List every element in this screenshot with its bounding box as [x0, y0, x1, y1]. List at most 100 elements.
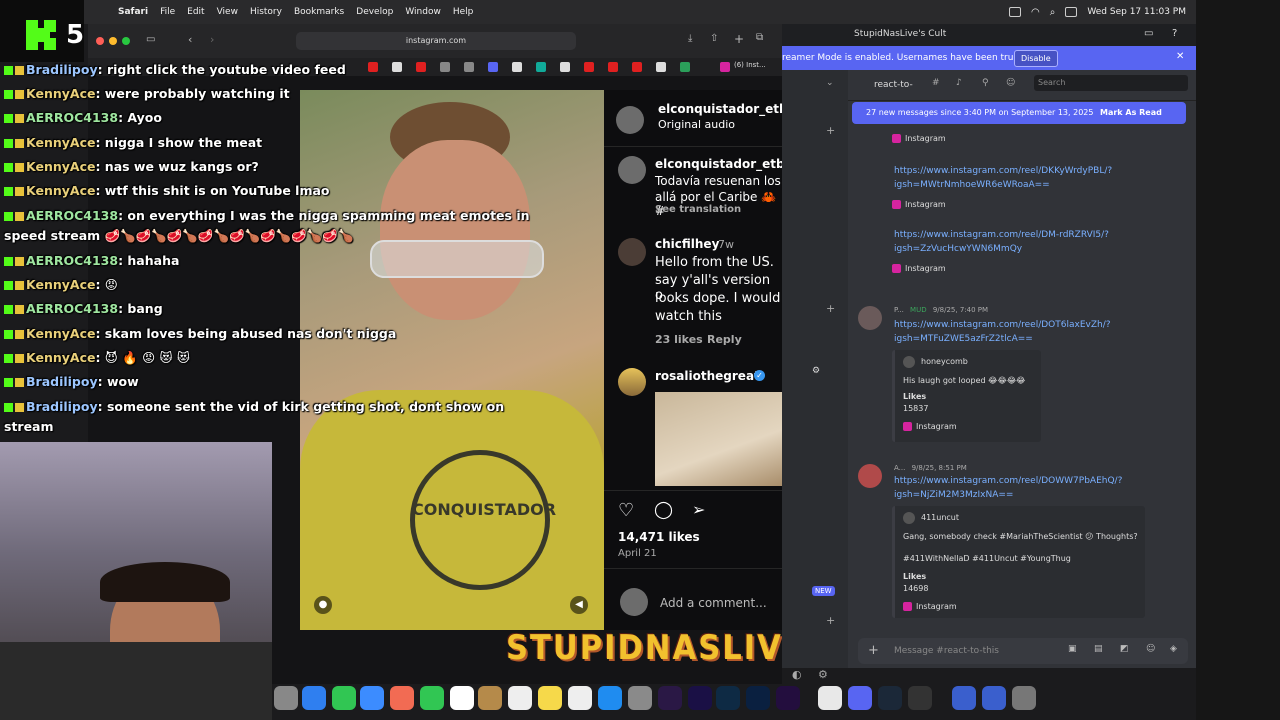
add-channel-icon[interactable]: + [826, 124, 835, 137]
message-link[interactable]: https://www.instagram.com/reel/DOWW7PbAE… [894, 474, 1122, 502]
heart-icon[interactable]: ♡ [618, 500, 634, 521]
tab-overview-icon[interactable]: ⧉ [756, 32, 763, 43]
messages-icon[interactable] [332, 686, 356, 710]
chat-username[interactable]: KennyAce [26, 326, 95, 341]
safari-icon[interactable] [302, 686, 326, 710]
address-bar[interactable]: instagram.com [296, 32, 576, 50]
menu-help[interactable]: Help [453, 7, 474, 17]
media-encoder-icon[interactable] [776, 686, 800, 710]
active-tab-label[interactable]: (6) Inst... [734, 61, 766, 69]
menu-history[interactable]: History [250, 7, 282, 17]
tab-favicon-youtube[interactable] [584, 62, 594, 72]
avatar[interactable] [618, 238, 646, 266]
app-store-icon[interactable] [598, 686, 622, 710]
tab-favicon-youtube[interactable] [608, 62, 618, 72]
discord-icon[interactable] [848, 686, 872, 710]
chat-username[interactable]: AERROC4138 [26, 110, 118, 125]
notes-icon[interactable] [538, 686, 562, 710]
add-channel-icon[interactable]: + [826, 302, 835, 315]
attach-plus-icon[interactable]: + [868, 643, 879, 658]
embed-author-name[interactable]: 411uncut [921, 513, 959, 522]
message-input[interactable]: Message #react-to-this [894, 646, 999, 656]
message-composer[interactable]: + Message #react-to-this ▣ ▤ ◩ ☺ ◈ [858, 638, 1188, 664]
chevron-down-icon[interactable]: ⌄ [826, 78, 834, 88]
avatar[interactable] [858, 306, 882, 330]
comment-icon[interactable]: ◯ [654, 500, 673, 520]
tab-favicon[interactable] [680, 62, 690, 72]
message-link[interactable]: https://www.instagram.com/reel/DOT6laxEv… [894, 318, 1111, 346]
obs-icon[interactable] [908, 686, 932, 710]
avatar[interactable] [618, 156, 646, 184]
reply-button[interactable]: Reply [707, 333, 742, 346]
chrome-icon[interactable] [818, 686, 842, 710]
post-audio[interactable]: Original audio [658, 118, 735, 131]
chat-username[interactable]: KennyAce [26, 277, 95, 292]
minimize-window-button[interactable] [109, 37, 117, 45]
photos-icon[interactable] [390, 686, 414, 710]
chat-username[interactable]: AERROC4138 [26, 253, 118, 268]
message-link[interactable]: https://www.instagram.com/reel/DKKyWrdyP… [894, 164, 1112, 192]
post-likes[interactable]: 14,471 likes [618, 530, 700, 544]
mail-icon[interactable] [360, 686, 384, 710]
menu-view[interactable]: View [217, 7, 238, 17]
tab-favicon[interactable] [560, 62, 570, 72]
menu-edit[interactable]: Edit [187, 7, 204, 17]
chat-username[interactable]: Bradilipoy [26, 399, 98, 414]
avatar[interactable] [858, 464, 882, 488]
menu-bookmarks[interactable]: Bookmarks [294, 7, 344, 17]
premiere-icon[interactable] [688, 686, 712, 710]
share-send-icon[interactable]: ➢ [692, 500, 705, 519]
new-tab-icon[interactable]: + [734, 32, 744, 46]
link-line[interactable]: https://www.instagram.com/reel/DM-rdRZRV… [894, 228, 1109, 242]
steam-icon[interactable] [878, 686, 902, 710]
link-line[interactable]: https://www.instagram.com/reel/DOWW7PbAE… [894, 474, 1122, 488]
mark-as-read-button[interactable]: Mark As Read [1100, 108, 1162, 117]
disable-streamer-mode-button[interactable]: Disable [1014, 50, 1058, 67]
close-window-button[interactable] [96, 37, 104, 45]
mute-toggle-icon[interactable]: ◀ [570, 596, 588, 614]
post-author[interactable]: elconquistador_etb [658, 102, 788, 116]
chat-username[interactable]: Bradilipoy [26, 62, 98, 77]
facetime-icon[interactable] [420, 686, 444, 710]
tab-favicon[interactable] [536, 62, 546, 72]
link-line[interactable]: https://www.instagram.com/reel/DOT6laxEv… [894, 318, 1111, 332]
share-icon[interactable]: ⇧ [710, 33, 718, 44]
photoshop-icon[interactable] [746, 686, 770, 710]
chat-username[interactable]: KennyAce [26, 86, 95, 101]
user-tag-icon[interactable]: ● [314, 596, 332, 614]
inbox-icon[interactable]: ▭ [1144, 28, 1153, 39]
reminders-icon[interactable] [508, 686, 532, 710]
menu-develop[interactable]: Develop [356, 7, 393, 17]
gif-icon[interactable]: ▤ [1094, 644, 1103, 654]
menubar-clock[interactable]: Wed Sep 17 11:03 PM [1087, 7, 1186, 17]
sidebar-toggle-icon[interactable]: ▭ [146, 34, 155, 45]
link-line[interactable]: igsh=ZzVucHcwYWN6MmQy [894, 242, 1109, 256]
threads-icon[interactable]: # [932, 78, 940, 88]
comment-author[interactable]: elconquistador_etb [655, 157, 785, 171]
avatar[interactable] [618, 368, 646, 396]
control-center-icon[interactable] [1065, 7, 1078, 17]
tab-favicon-instagram[interactable] [720, 62, 730, 72]
finder-icon[interactable] [478, 686, 502, 710]
menu-app-name[interactable]: Safari [118, 7, 148, 17]
new-messages-bar[interactable]: 27 new messages since 3:40 PM on Septemb… [852, 102, 1186, 124]
search-icon[interactable]: ⌕ [1050, 7, 1056, 18]
chat-username[interactable]: KennyAce [26, 350, 95, 365]
avatar[interactable] [616, 106, 644, 134]
add-comment-input[interactable]: Add a comment... [660, 596, 767, 610]
menu-window[interactable]: Window [405, 7, 441, 17]
sticker-icon[interactable]: ◩ [1120, 644, 1129, 654]
see-translation-link[interactable]: See translation [655, 204, 741, 215]
link-line[interactable]: igsh=NjZiM2M3MzIxNA== [894, 488, 1122, 502]
add-channel-icon[interactable]: + [826, 614, 835, 627]
headset-icon[interactable]: ◐ [792, 668, 802, 681]
help-icon[interactable]: ? [1172, 28, 1177, 39]
emoji-icon[interactable]: ☺ [1146, 644, 1155, 654]
back-icon[interactable]: ‹ [188, 33, 192, 46]
comment-likes[interactable]: 23 likes [655, 333, 703, 346]
chat-username[interactable]: AERROC4138 [26, 208, 118, 223]
forward-icon[interactable]: › [210, 33, 214, 46]
comment-author[interactable]: chicfilhey [655, 237, 719, 251]
wifi-icon[interactable]: ◠ [1031, 7, 1040, 18]
user-settings-icon[interactable]: ⚙ [818, 668, 828, 681]
